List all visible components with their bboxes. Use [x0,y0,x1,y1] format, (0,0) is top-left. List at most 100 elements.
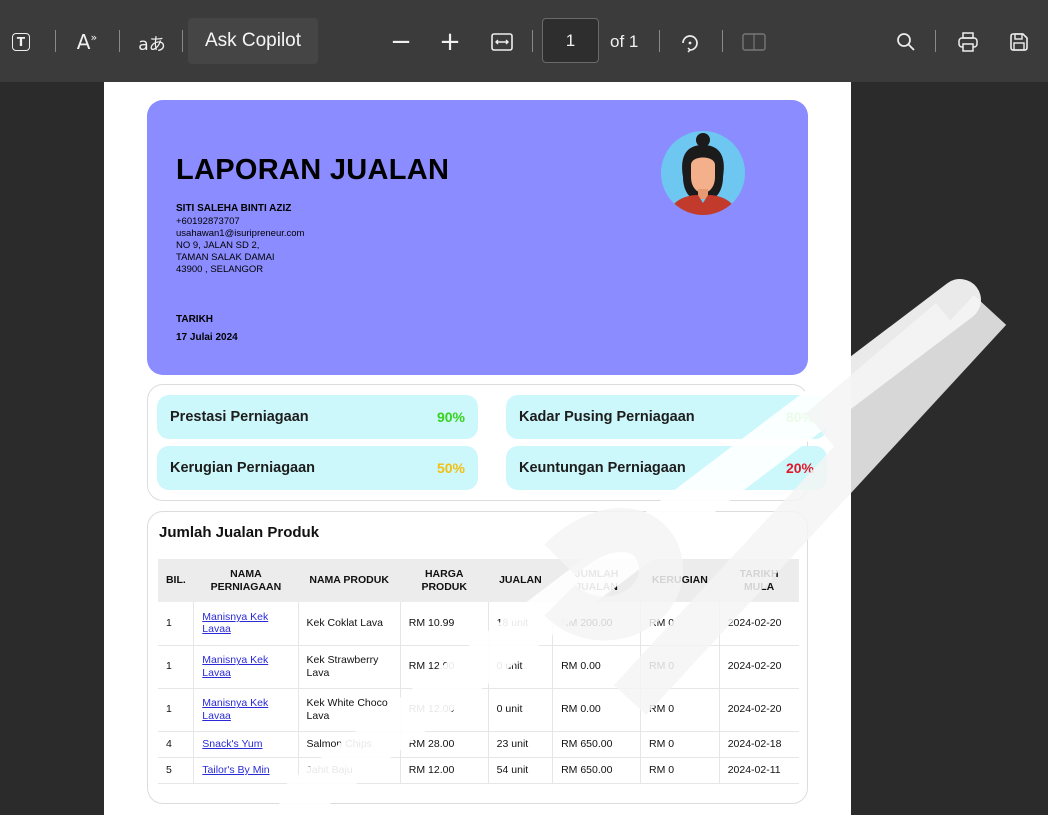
cell-total: RM 650.00 [552,757,641,784]
page-number-input[interactable]: 1 [542,18,599,63]
stat-value: 20% [785,460,814,476]
avatar [661,131,745,215]
business-link[interactable]: Snack's Yum [202,738,262,750]
cell-loss: RM 0 [640,645,720,689]
cell-business: Manisnya Kek Lavaa [193,645,299,689]
address-line-3: 43900 , SELANGOR [176,264,264,275]
stat-prestasi: Prestasi Perniagaan 90% [157,395,478,439]
cell-sales: 0 unit [488,688,554,732]
toolbar-divider [935,30,936,52]
page-view-icon[interactable] [741,20,767,64]
address-line-2: TAMAN SALAK DAMAI [176,252,275,263]
cell-product: Kek Strawberry Lava [298,645,401,689]
owner-phone: +60192873707 [176,216,240,227]
cell-sales: 23 unit [488,731,554,758]
cell-price: RM 10.99 [400,602,489,646]
col-header: KERUGIAN [640,559,720,602]
stat-label: Prestasi Perniagaan [170,409,309,425]
toolbar-divider [659,30,660,52]
business-link[interactable]: Manisnya Kek Lavaa [202,611,268,635]
cell-business: Manisnya Kek Lavaa [193,688,299,732]
stat-value: 80% [785,409,814,425]
stat-value: 90% [436,409,465,425]
stat-value: 50% [436,460,465,476]
cell-sales: 18 unit [488,602,554,646]
cell-bil: 1 [158,645,195,689]
owner-name: SITI SALEHA BINTI AZIZ [176,203,292,214]
cell-loss: RM 0 [640,757,720,784]
business-link[interactable]: Manisnya Kek Lavaa [202,697,268,721]
col-header: JUMLAH JUALAN [552,559,641,602]
print-icon[interactable] [955,20,981,64]
address-line-1: NO 9, JALAN SD 2, [176,240,260,251]
toolbar-divider [55,30,56,52]
cell-total: RM 0.00 [552,645,641,689]
cell-price: RM 28.00 [400,731,489,758]
viewer-background [851,82,1048,815]
business-link[interactable]: Manisnya Kek Lavaa [202,654,268,678]
fit-width-icon[interactable] [489,20,515,64]
page-total-label: of 1 [610,32,639,51]
table-row: 4 Snack's Yum Salmon Chips RM 28.00 23 u… [158,731,799,758]
stat-label: Keuntungan Perniagaan [519,460,686,476]
table-row: 1 Manisnya Kek Lavaa Kek Coklat Lava RM … [158,602,799,646]
stat-kadar-pusing: Kadar Pusing Perniagaan 80% [506,395,827,439]
zoom-in-icon[interactable]: + [437,20,463,64]
table-header-row: BIL. NAMA PERNIAGAAN NAMA PRODUK HARGA P… [158,559,799,602]
cell-price: RM 12.00 [400,645,489,689]
stat-kerugian: Kerugian Perniagaan 50% [157,446,478,490]
save-icon[interactable] [1006,20,1032,64]
col-header: NAMA PRODUK [298,559,401,602]
text-icon[interactable]: T [10,20,32,64]
col-header: BIL. [158,559,194,602]
pdf-page: LAPORAN JUALAN SITI SALEHA BINTI AZIZ +6… [104,82,851,815]
sales-table: BIL. NAMA PERNIAGAAN NAMA PRODUK HARGA P… [158,559,799,784]
sales-table-card: Jumlah Jualan Produk BIL. NAMA PERNIAGAA… [147,511,808,804]
cell-price: RM 12.00 [400,757,489,784]
cell-loss: RM 0 [640,602,720,646]
cell-start-date: 2024-02-11 [719,757,799,784]
business-link[interactable]: Tailor's By Min [202,764,269,776]
stat-keuntungan: Keuntungan Perniagaan 20% [506,446,827,490]
table-row: 5 Tailor's By Min Jahit Baju RM 12.00 54… [158,757,799,784]
cell-price: RM 12.00 [400,688,489,732]
cell-business: Tailor's By Min [193,757,299,784]
cell-product: Salmon Chips [298,731,401,758]
table-title: Jumlah Jualan Produk [159,524,320,541]
cell-loss: RM 0 [640,688,720,732]
cell-bil: 1 [158,602,195,646]
ask-copilot-button[interactable]: Ask Copilot [188,18,318,64]
date-value: 17 Julai 2024 [176,332,238,343]
stat-label: Kadar Pusing Perniagaan [519,409,695,425]
cell-product: Jahit Baju [298,757,401,784]
stat-label: Kerugian Perniagaan [170,460,316,476]
cell-business: Snack's Yum [193,731,299,758]
toolbar-divider [722,30,723,52]
stats-card: Prestasi Perniagaan 90% Kadar Pusing Per… [147,384,827,501]
read-aloud-icon[interactable]: A» [73,20,101,64]
cell-start-date: 2024-02-18 [719,731,799,758]
translate-icon[interactable]: aあ [136,20,168,64]
zoom-out-icon[interactable]: − [388,20,414,64]
rotate-icon[interactable] [677,20,703,64]
cell-start-date: 2024-02-20 [719,602,799,646]
table-row: 1 Manisnya Kek Lavaa Kek White Choco Lav… [158,688,799,732]
table-row: 1 Manisnya Kek Lavaa Kek Strawberry Lava… [158,645,799,689]
report-header-card: LAPORAN JUALAN SITI SALEHA BINTI AZIZ +6… [147,100,808,375]
cell-business: Manisnya Kek Lavaa [193,602,299,646]
cell-product: Kek Coklat Lava [298,602,401,646]
owner-email: usahawan1@isuripreneur.com [176,228,305,239]
col-header: NAMA PERNIAGAAN [193,559,299,602]
cell-total: RM 650.00 [552,731,641,758]
search-icon[interactable] [893,20,919,64]
report-title: LAPORAN JUALAN [176,154,450,186]
col-header: HARGA PRODUK [400,559,489,602]
cell-start-date: 2024-02-20 [719,688,799,732]
cell-product: Kek White Choco Lava [298,688,401,732]
col-header: JUALAN [488,559,553,602]
cell-total: RM 0.00 [552,688,641,732]
cell-bil: 5 [158,757,195,784]
pdf-toolbar: T A» aあ Ask Copilot − + 1 of 1 [0,0,1048,82]
cell-sales: 54 unit [488,757,554,784]
cell-start-date: 2024-02-20 [719,645,799,689]
